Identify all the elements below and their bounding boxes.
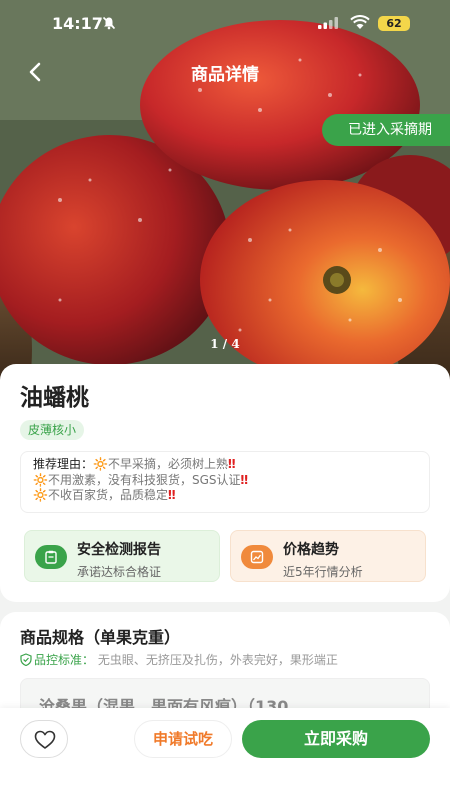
- exclamation-icon: ‼: [240, 472, 249, 487]
- spec-title: 商品规格（单果克重）: [20, 628, 181, 647]
- status-bar: 14:17 62: [0, 0, 450, 48]
- carousel-pager: 1 / 4: [210, 337, 240, 351]
- price-trend-subtitle: 近5年行情分析: [283, 565, 363, 579]
- page-title: 商品详情: [191, 65, 259, 85]
- price-trend-title: 价格趋势: [283, 542, 339, 558]
- reason-line: 🔆不收百家货，品质稳定‼: [33, 488, 417, 504]
- product-image-carousel[interactable]: 14:17 62 商品详情 已进入采摘期 1 / 4: [0, 0, 450, 380]
- recommendation-reasons: 推荐理由：🔆不早采摘，必须树上熟‼ 🔆不用激素，没有科技狠货，SGS认证‼ 🔆不…: [20, 451, 430, 513]
- safety-report-subtitle: 承诺达标合格证: [77, 565, 162, 579]
- quality-standard-label: 品控标准：: [34, 653, 95, 667]
- quality-standard: 品控标准： 无虫眼、无挤压及扎伤，外表完好，果形端正: [20, 651, 338, 668]
- bottom-action-bar: 申请试吃 立即采购: [0, 708, 450, 800]
- battery-icon: 62: [378, 16, 410, 31]
- reason-text: 不早采摘，必须树上熟: [107, 457, 228, 471]
- product-name: 油蟠桃: [20, 385, 89, 411]
- safety-report-button[interactable]: 安全检测报告 承诺达标合格证: [24, 530, 220, 582]
- quality-standard-text: 无虫眼、无挤压及扎伤，外表完好，果形端正: [97, 653, 338, 667]
- bell-muted-icon: [102, 16, 116, 30]
- reason-line: 推荐理由：🔆不早采摘，必须树上熟‼: [33, 457, 417, 473]
- wifi-icon: [350, 15, 370, 29]
- sun-icon: 🔆: [93, 457, 108, 471]
- favorite-button[interactable]: [20, 720, 68, 758]
- exclamation-icon: ‼: [227, 457, 236, 471]
- harvest-status-badge: 已进入采摘期: [322, 114, 450, 146]
- sun-icon: 🔆: [33, 488, 48, 502]
- reason-text: 不收百家货，品质稳定: [47, 488, 168, 502]
- product-tag: 皮薄核小: [20, 420, 85, 440]
- report-icon: [35, 545, 67, 569]
- buy-now-button[interactable]: 立即采购: [242, 720, 430, 758]
- signal-icon: [318, 17, 338, 29]
- status-time: 14:17: [52, 14, 103, 33]
- sun-icon: 🔆: [33, 472, 48, 487]
- product-info-card: 油蟠桃 皮薄核小 推荐理由：🔆不早采摘，必须树上熟‼ 🔆不用激素，没有科技狠货，…: [0, 364, 450, 602]
- reason-text: 不用激素，没有科技狠货，SGS认证: [47, 472, 241, 487]
- reason-line: 🔆不用激素，没有科技狠货，SGS认证‼: [33, 473, 417, 489]
- apply-trial-button[interactable]: 申请试吃: [134, 720, 232, 758]
- shield-check-icon: [20, 653, 32, 667]
- price-trend-button[interactable]: 价格趋势 近5年行情分析: [230, 530, 426, 582]
- safety-report-title: 安全检测报告: [77, 542, 161, 558]
- reasons-lead: 推荐理由：: [33, 457, 94, 471]
- exclamation-icon: ‼: [167, 488, 176, 502]
- heart-icon: [34, 730, 56, 749]
- product-photo: [0, 0, 450, 380]
- chart-icon: [241, 545, 273, 569]
